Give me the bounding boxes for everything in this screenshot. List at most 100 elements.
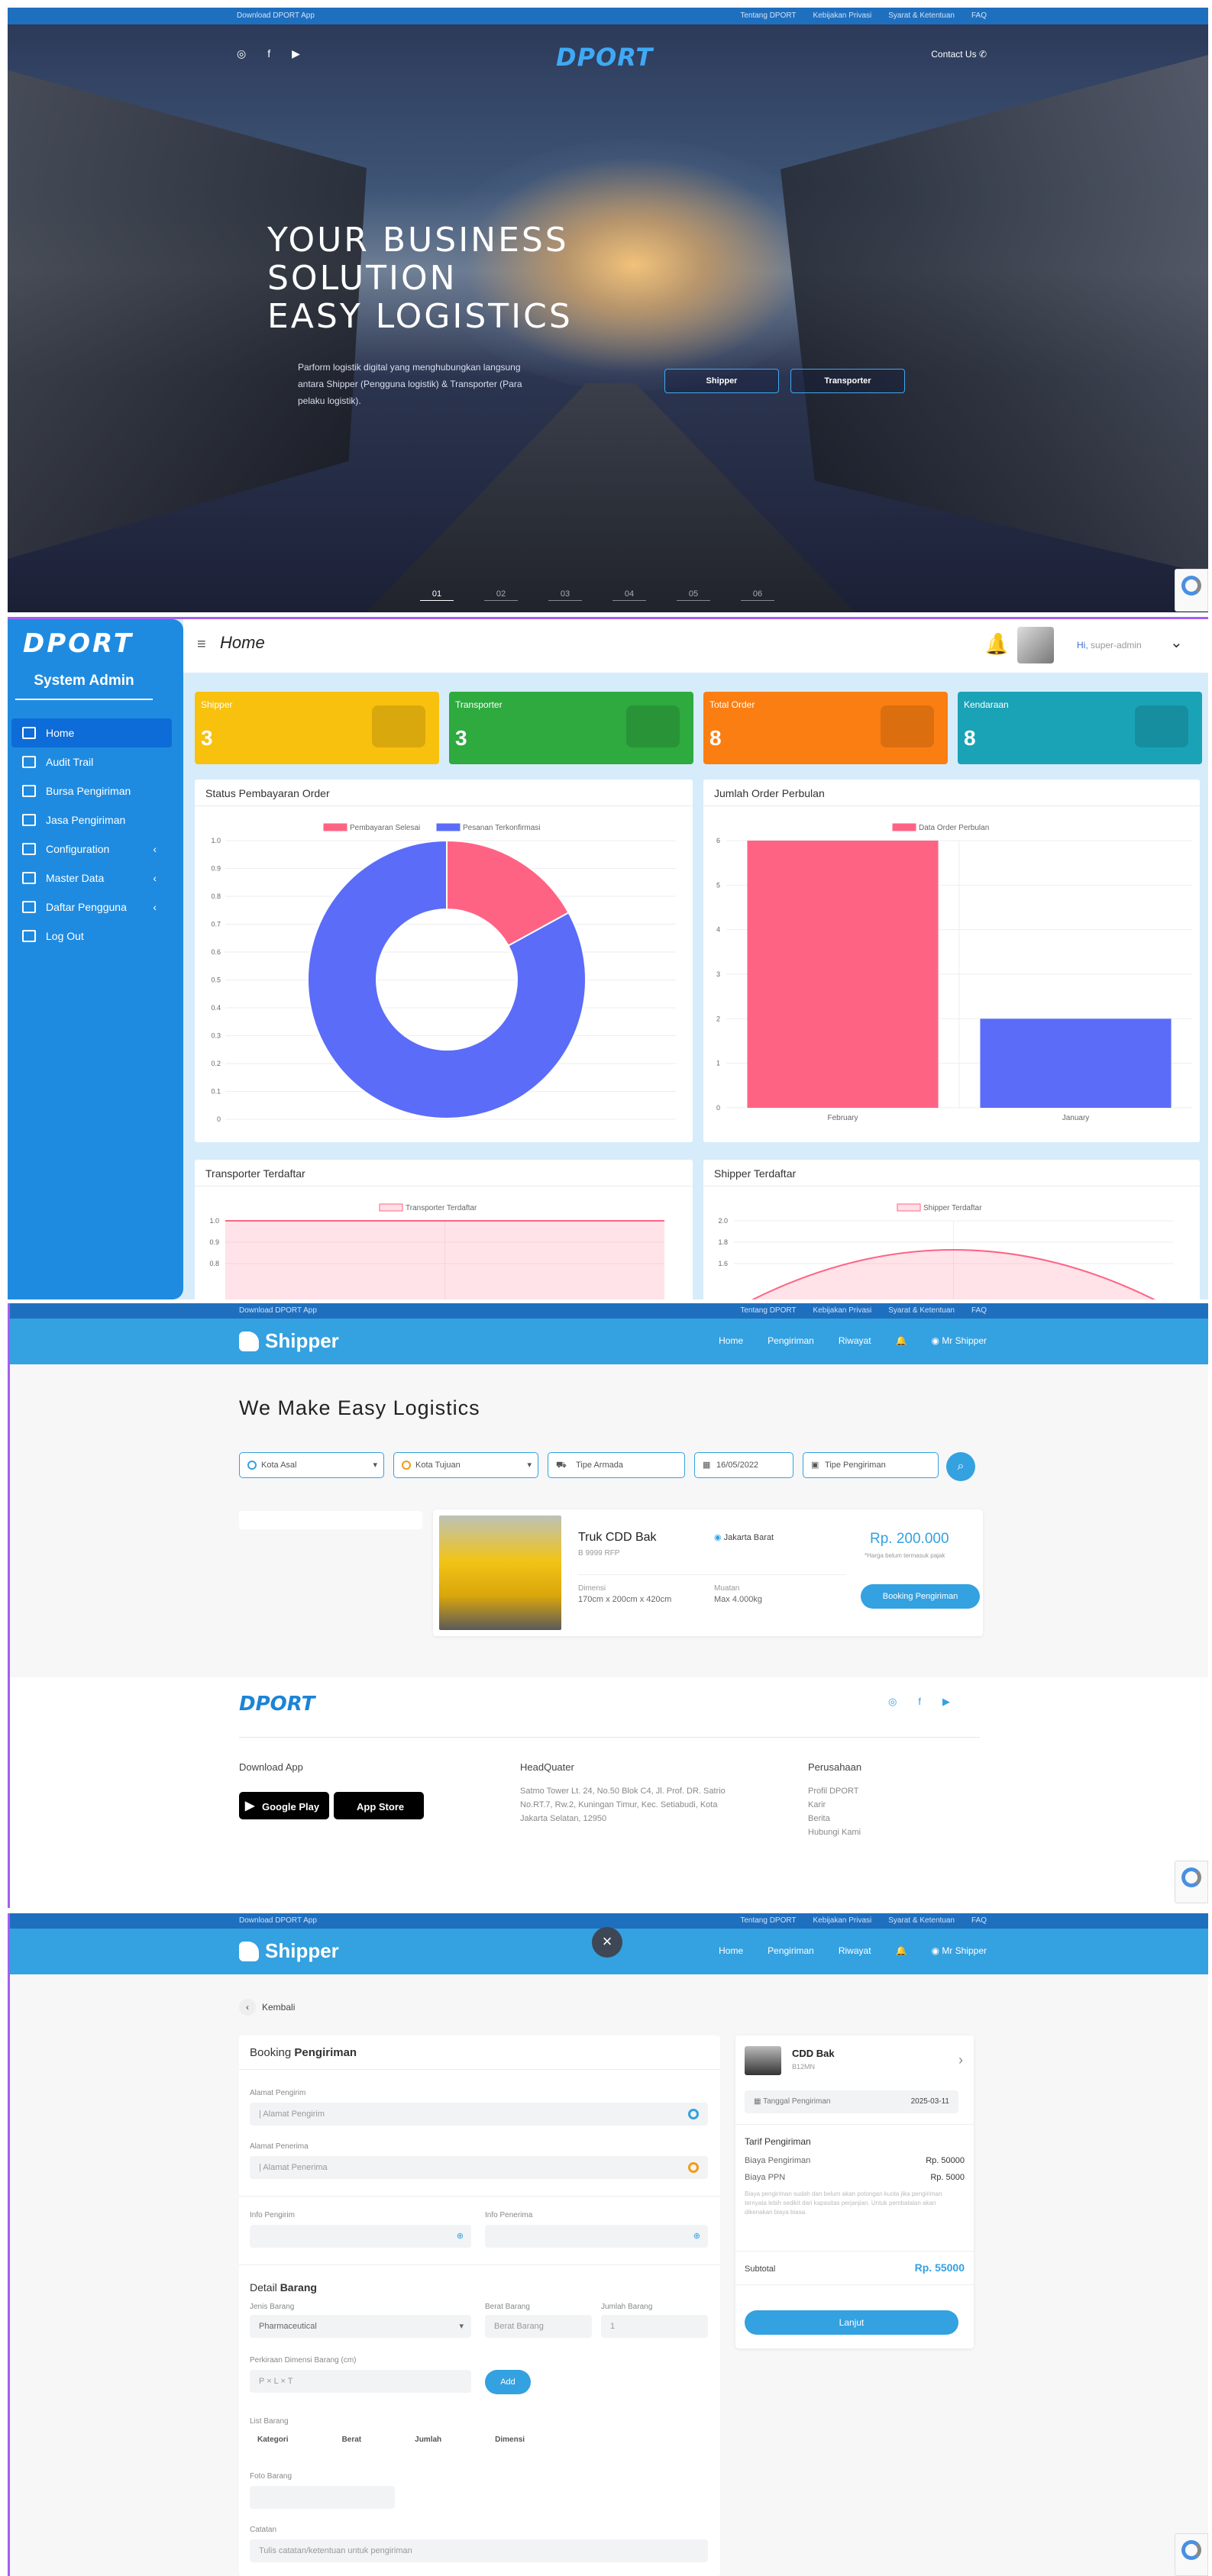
lanjut-button[interactable]: Lanjut [745, 2310, 958, 2335]
chevron-right-icon[interactable]: › [958, 2052, 963, 2068]
user-menu[interactable]: ◉ Mr Shipper [931, 1335, 987, 1346]
youtube-icon[interactable]: ▶ [942, 1696, 950, 1708]
user-menu[interactable]: ◉ Mr Shipper [931, 1945, 987, 1956]
sidebar-item-master-data[interactable]: Master Data ‹ [11, 864, 172, 893]
info-penerima-input[interactable]: ⊕ [485, 2225, 708, 2248]
bell-icon[interactable]: 🔔 [896, 1945, 907, 1956]
jenis-barang-select[interactable]: Pharmaceutical ▾ [250, 2315, 471, 2338]
download-app-link[interactable]: Download DPORT App [239, 1916, 317, 1925]
bell-icon[interactable]: 🔔 [985, 633, 1008, 657]
hamburger-icon[interactable]: ≡ [197, 636, 206, 654]
link-syarat[interactable]: Syarat & Ketentuan [888, 1916, 955, 1925]
instagram-icon[interactable]: ◎ [888, 1696, 897, 1708]
facebook-icon[interactable]: f [918, 1696, 921, 1708]
detail-barang-title: Detail Barang [250, 2281, 317, 2294]
link-karir[interactable]: Karir [808, 1798, 861, 1812]
app-store-button[interactable]: App Store [334, 1792, 424, 1819]
card-transporter[interactable]: Transporter 3 [449, 692, 693, 764]
jumlah-barang-input[interactable]: 1 [601, 2315, 708, 2338]
sidebar-item-home[interactable]: Home [11, 718, 172, 747]
link-syarat[interactable]: Syarat & Ketentuan [888, 1306, 955, 1315]
catatan-input[interactable]: Tulis catatan/ketentuan untuk pengiriman [250, 2539, 708, 2562]
tipe-pengiriman-select[interactable]: ▣ Tipe Pengiriman [803, 1452, 939, 1478]
booking-button[interactable]: Booking Pengiriman [861, 1584, 980, 1609]
sidebar-item-audit-trail[interactable]: Audit Trail [11, 747, 172, 776]
download-app-link[interactable]: Download DPORT App [237, 11, 315, 20]
close-icon[interactable]: × [592, 1927, 622, 1958]
recaptcha-badge[interactable] [1175, 2533, 1208, 2576]
shipper-button[interactable]: Shipper [664, 369, 779, 393]
pager-item[interactable]: 02 [484, 589, 518, 601]
sidebar-item-daftar-pengguna[interactable]: Daftar Pengguna ‹ [11, 893, 172, 922]
nav-home[interactable]: Home [719, 1335, 743, 1346]
pager-item[interactable]: 04 [612, 589, 646, 601]
avatar[interactable] [1017, 627, 1054, 663]
sidebar-item-bursa-pengiriman[interactable]: Bursa Pengiriman [11, 776, 172, 805]
destination-pin-icon[interactable] [688, 2162, 699, 2173]
legend-swatch [323, 823, 347, 831]
recaptcha-badge[interactable] [1175, 1861, 1208, 1903]
tanggal-pengiriman-field[interactable]: ▦ Tanggal Pengiriman 2025-03-11 [745, 2090, 958, 2113]
shipper-logo[interactable]: Shipper [239, 1329, 339, 1353]
link-privasi[interactable]: Kebijakan Privasi [813, 1916, 872, 1925]
link-tentang[interactable]: Tentang DPORT [740, 1916, 796, 1925]
link-privasi[interactable]: Kebijakan Privasi [813, 1306, 872, 1315]
pager-item[interactable]: 06 [741, 589, 774, 601]
link-syarat[interactable]: Syarat & Ketentuan [888, 11, 955, 20]
berat-barang-input[interactable]: Berat Barang [485, 2315, 592, 2338]
kota-asal-select[interactable]: Kota Asal ▾ [239, 1452, 384, 1478]
sidebar-item-configuration[interactable]: Configuration ‹ [11, 834, 172, 864]
sidebar-item-jasa-pengiriman[interactable]: Jasa Pengiriman [11, 805, 172, 834]
download-app-link[interactable]: Download DPORT App [239, 1306, 317, 1315]
card-shipper[interactable]: Shipper 3 [195, 692, 439, 764]
youtube-icon[interactable]: ▶ [292, 47, 300, 60]
link-faq[interactable]: FAQ [971, 1306, 987, 1315]
recaptcha-badge[interactable] [1175, 569, 1208, 612]
tipe-armada-select[interactable]: ⛟ Tipe Armada [548, 1452, 685, 1478]
location-pin-icon[interactable] [688, 2109, 699, 2119]
pager-item[interactable]: 01 [420, 589, 454, 601]
pager-item[interactable]: 03 [548, 589, 582, 601]
contact-us-link[interactable]: Contact Us ✆ [931, 49, 987, 60]
card-total-order[interactable]: Total Order 8 [703, 692, 948, 764]
info-pengirim-input[interactable]: ⊕ [250, 2225, 471, 2248]
nav-pengiriman[interactable]: Pengiriman [768, 1945, 814, 1956]
nav-home[interactable]: Home [719, 1945, 743, 1956]
alamat-pengirim-input[interactable]: | Alamat Pengirim [250, 2103, 708, 2126]
foto-barang-upload[interactable] [250, 2486, 395, 2509]
transporter-button[interactable]: Transporter [790, 369, 905, 393]
link-privasi[interactable]: Kebijakan Privasi [813, 11, 872, 20]
instagram-icon[interactable]: ◎ [237, 47, 246, 60]
link-berita[interactable]: Berita [808, 1812, 861, 1825]
dimensi-input[interactable]: P × L × T [250, 2370, 471, 2393]
shipper-logo[interactable]: Shipper [239, 1939, 339, 1963]
chevron-down-icon[interactable]: ⌄ [1170, 633, 1183, 652]
card-kendaraan[interactable]: Kendaraan 8 [958, 692, 1202, 764]
nav-pengiriman[interactable]: Pengiriman [768, 1335, 814, 1346]
bell-icon[interactable]: 🔔 [896, 1335, 907, 1346]
dport-logo[interactable]: DPORT [239, 1693, 315, 1716]
date-input[interactable]: ▦ 16/05/2022 [694, 1452, 793, 1478]
kota-tujuan-select[interactable]: Kota Tujuan ▾ [393, 1452, 538, 1478]
nav-riwayat[interactable]: Riwayat [839, 1335, 871, 1346]
title-part: Barang [280, 2281, 317, 2294]
sidebar-item-log-out[interactable]: Log Out [11, 922, 172, 951]
nav-riwayat[interactable]: Riwayat [839, 1945, 871, 1956]
link-tentang[interactable]: Tentang DPORT [740, 1306, 796, 1315]
google-play-button[interactable]: ▶ Google Play [239, 1792, 329, 1819]
username: super-admin [1091, 640, 1142, 650]
dport-logo[interactable]: DPORT [23, 628, 134, 659]
link-profil[interactable]: Profil DPORT [808, 1784, 861, 1798]
link-faq[interactable]: FAQ [971, 11, 987, 20]
alamat-pengirim-label: Alamat Pengirim [250, 2089, 306, 2097]
facebook-icon[interactable]: f [267, 47, 270, 60]
search-button[interactable]: ⌕ [946, 1452, 975, 1481]
add-button[interactable]: Add [485, 2370, 531, 2394]
link-faq[interactable]: FAQ [971, 1916, 987, 1925]
alamat-penerima-input[interactable]: | Alamat Penerima [250, 2156, 708, 2179]
back-link[interactable]: ‹ Kembali [239, 1999, 295, 2016]
link-tentang[interactable]: Tentang DPORT [740, 11, 796, 20]
dport-logo[interactable]: DPORT [556, 43, 653, 72]
pager-item[interactable]: 05 [677, 589, 710, 601]
link-hubungi[interactable]: Hubungi Kami [808, 1825, 861, 1839]
